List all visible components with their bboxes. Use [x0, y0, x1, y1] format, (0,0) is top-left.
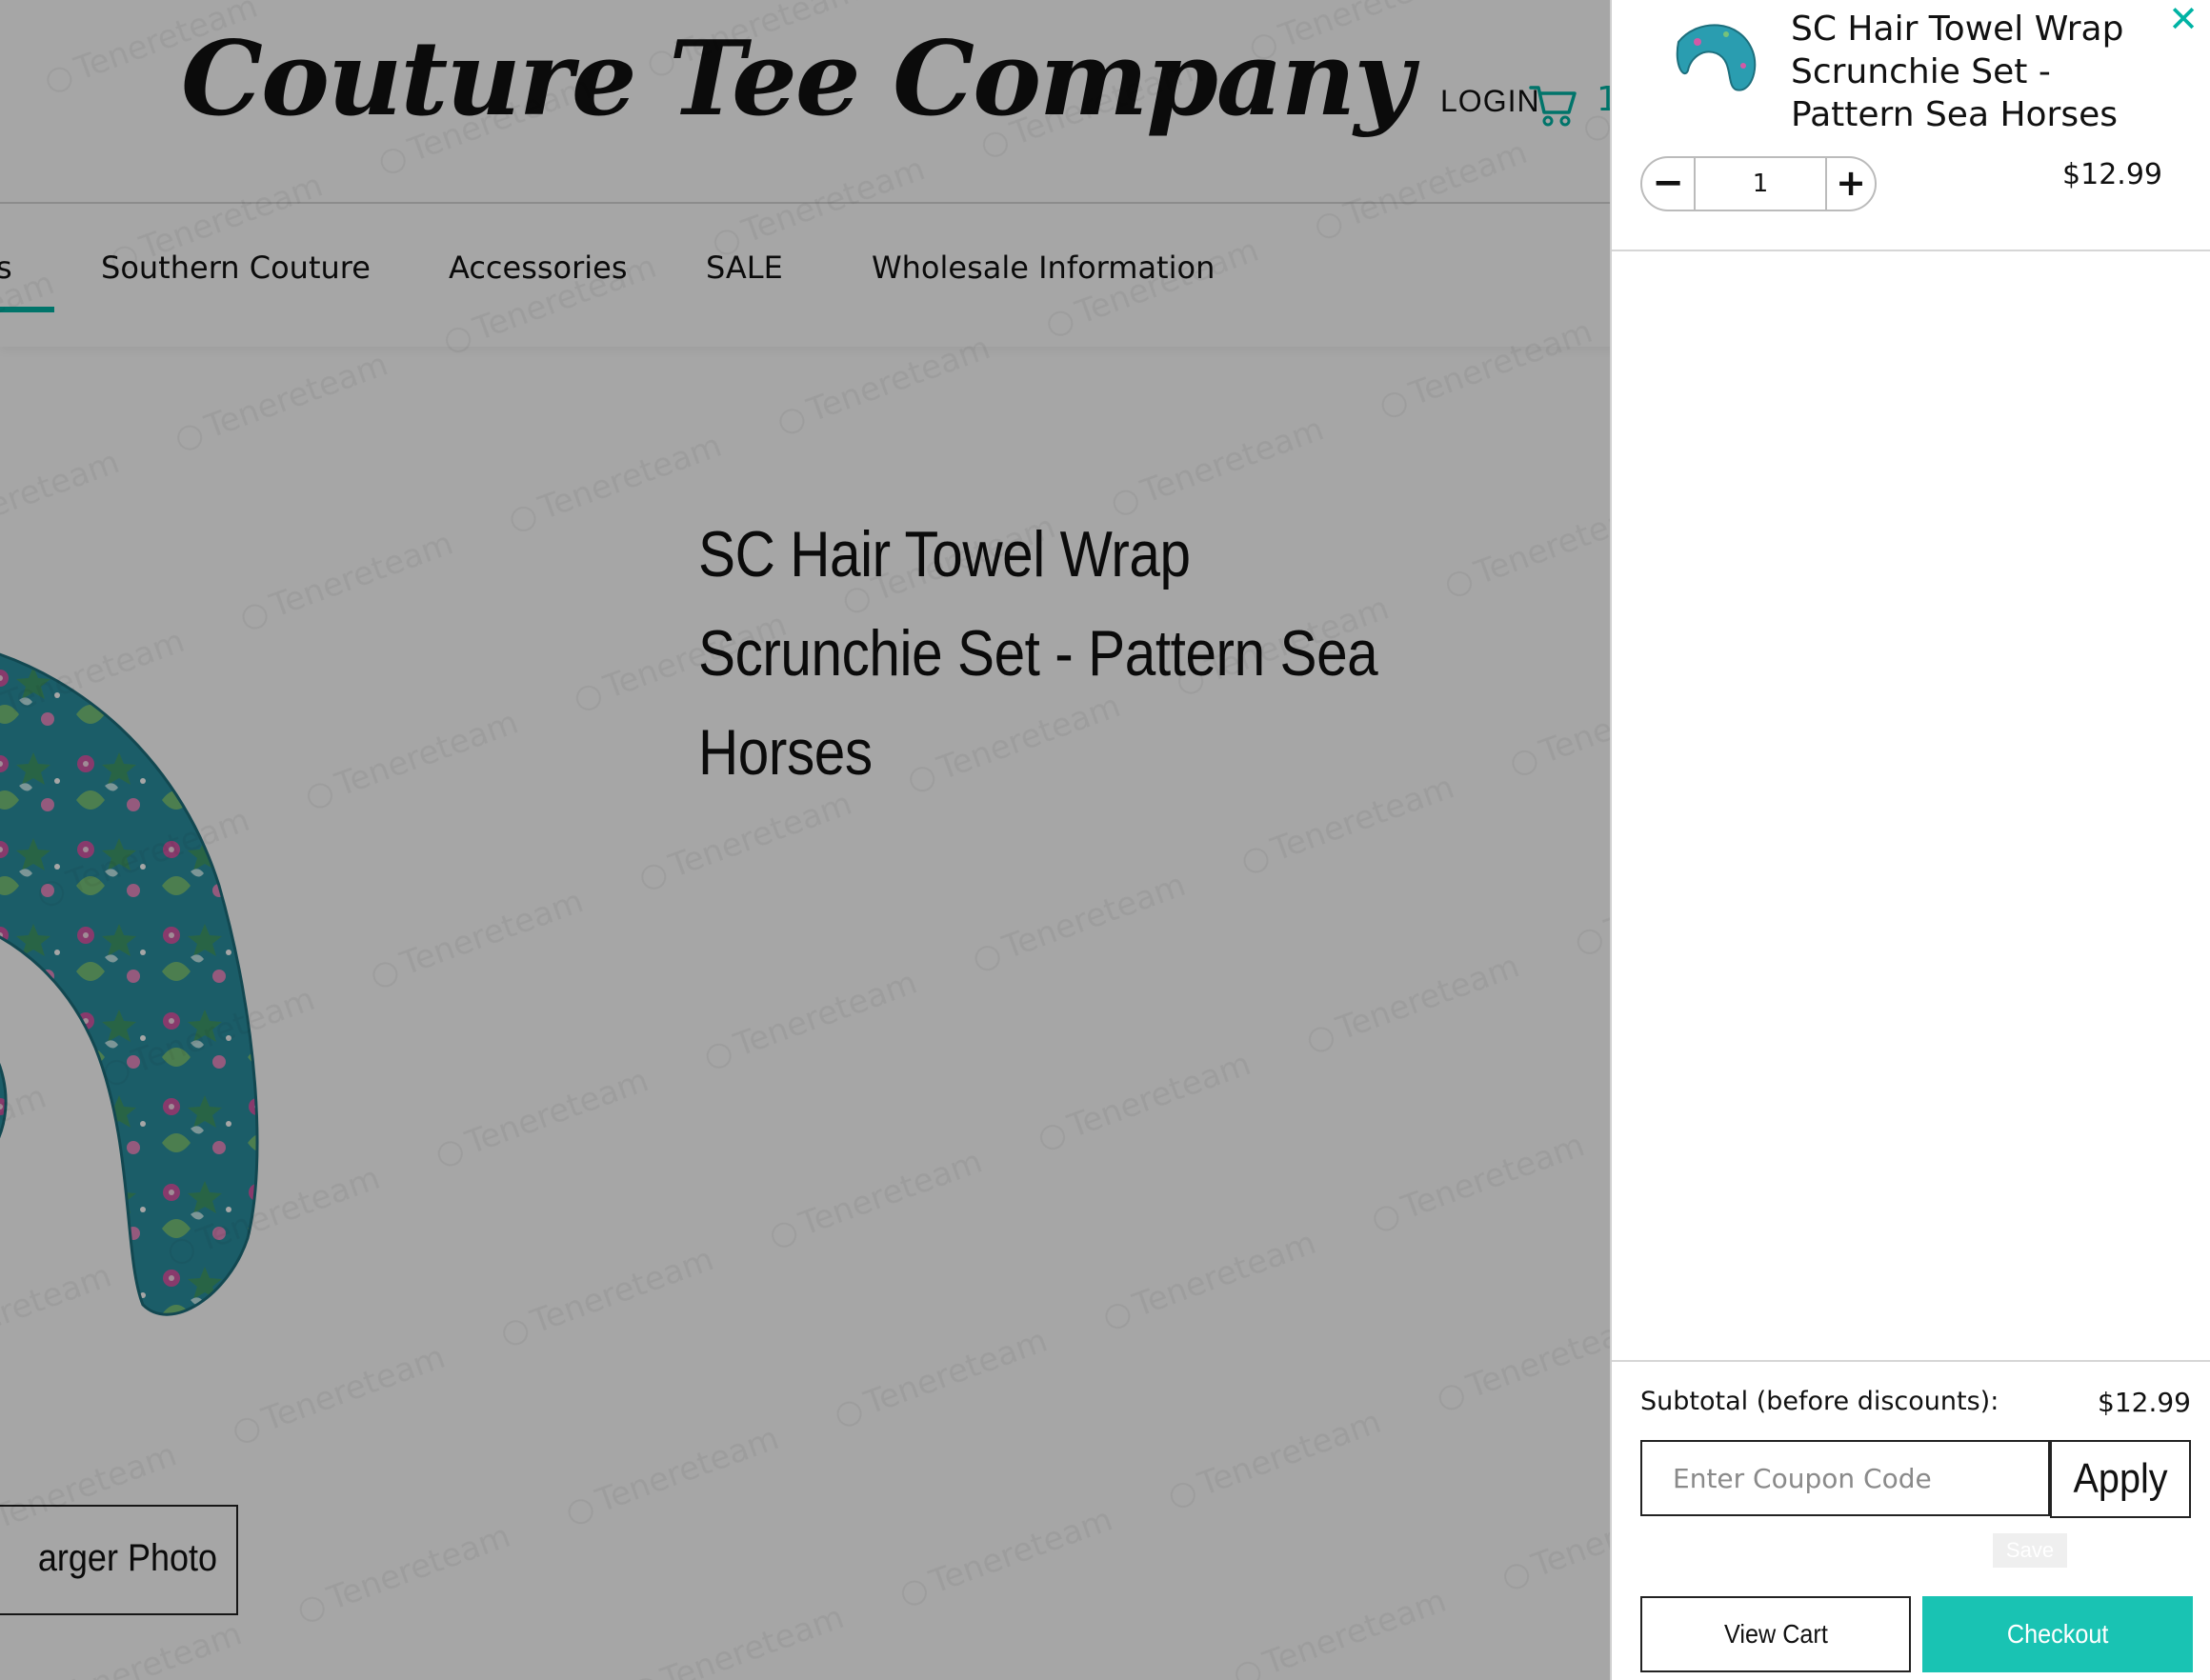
view-cart-button[interactable]: View Cart	[1640, 1596, 1911, 1672]
quantity-value[interactable]: 1	[1696, 158, 1825, 210]
cart-drawer: SC Hair Towel Wrap Scrunchie Set - Patte…	[1610, 0, 2210, 1680]
cart-items-divider	[1612, 250, 2210, 251]
cart-item-title[interactable]: SC Hair Towel Wrap Scrunchie Set - Patte…	[1791, 8, 2153, 136]
cart-item-price: $12.99	[2062, 158, 2162, 191]
coupon-code-input[interactable]	[1640, 1440, 2050, 1516]
apply-coupon-button[interactable]: Apply	[2050, 1440, 2191, 1518]
modal-backdrop[interactable]	[0, 0, 1610, 1680]
checkout-button[interactable]: Checkout	[1922, 1596, 2193, 1672]
subtotal-value: $12.99	[2098, 1387, 2191, 1418]
checkout-label: Checkout	[2006, 1619, 2109, 1649]
cart-footer-divider	[1612, 1360, 2210, 1362]
subtotal-label: Subtotal (before discounts):	[1640, 1387, 1999, 1416]
minus-icon[interactable]: −	[1642, 158, 1696, 210]
close-icon[interactable]: ✕	[2164, 0, 2202, 38]
plus-icon[interactable]: +	[1825, 158, 1875, 210]
view-cart-label: View Cart	[1723, 1619, 1828, 1649]
save-tooltip: Save	[1993, 1533, 2067, 1568]
quantity-stepper: − 1 +	[1640, 156, 1877, 211]
apply-coupon-label: Apply	[2073, 1455, 2168, 1502]
cart-item-thumbnail[interactable]	[1669, 13, 1764, 101]
